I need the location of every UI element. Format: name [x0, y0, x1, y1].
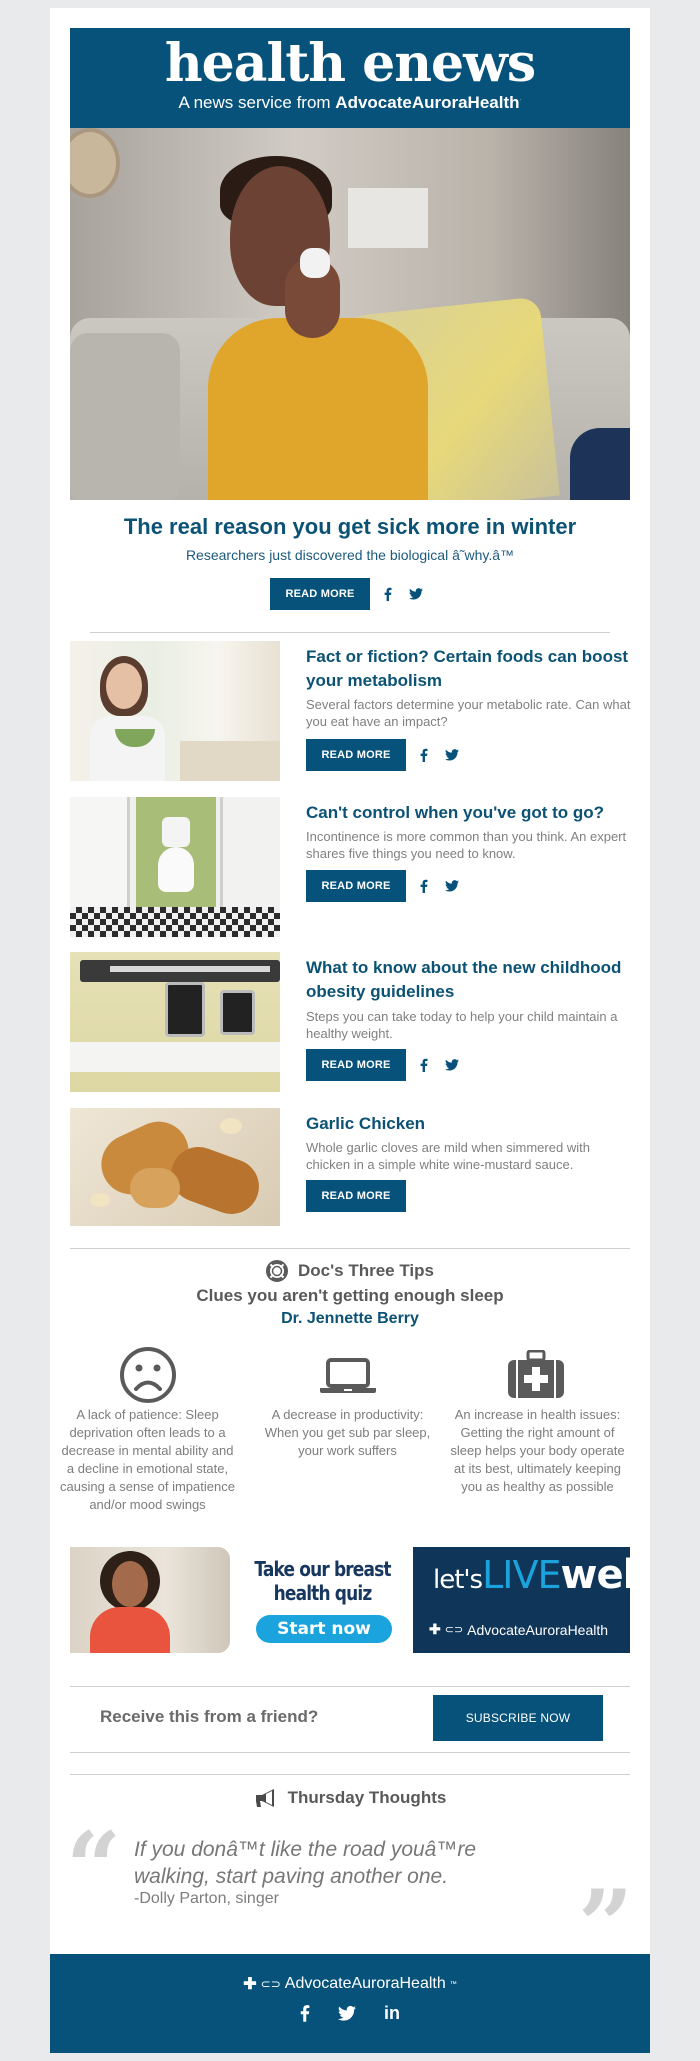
article-thumbnail[interactable]: [70, 952, 280, 1092]
quote-text: If you donâ™t like the road youâ™re walk…: [134, 1838, 477, 1888]
twitter-icon[interactable]: [444, 878, 460, 894]
facebook-icon[interactable]: [416, 878, 432, 894]
facebook-icon[interactable]: [416, 747, 432, 763]
tagline-lets: let's: [433, 1565, 483, 1595]
footer: ✚ ⊂⊃ AdvocateAuroraHealth ™ in: [50, 1954, 650, 2053]
tips-header: Doc's Three Tips: [50, 1260, 650, 1282]
header-banner[interactable]: health enews A news service from Advocat…: [70, 28, 630, 128]
section-divider: [70, 1686, 630, 1687]
banner-headline-line1: Take our breast: [254, 1557, 391, 1581]
megaphone-icon: [255, 1789, 274, 1807]
section-divider: [90, 632, 610, 633]
article-title[interactable]: What to know about the new childhood obe…: [306, 956, 636, 1004]
tips-section-title: Doc's Three Tips: [298, 1261, 434, 1280]
laptop-icon: [320, 1358, 376, 1394]
tip-text: A decrease in productivity: When you get…: [264, 1407, 431, 1458]
cross-logo-icon: ✚: [429, 1621, 441, 1637]
article-thumbnail[interactable]: [70, 1108, 280, 1226]
section-divider: [70, 1752, 630, 1753]
open-quote-icon: “: [66, 1811, 122, 1924]
twitter-icon[interactable]: [444, 747, 460, 763]
hero-headline[interactable]: The real reason you get sick more in win…: [50, 514, 650, 540]
hero-subline: Researchers just discovered the biologic…: [185, 547, 515, 563]
tips-doctor[interactable]: Dr. Jennette Berry: [50, 1310, 650, 1328]
logo-title: health enews: [164, 33, 536, 94]
cross-logo-icon: ✚: [243, 1976, 257, 1993]
section-divider: [70, 1248, 630, 1249]
trademark: ™: [449, 1980, 457, 1988]
quote-author: -Dolly Parton, singer: [134, 1890, 279, 1907]
facebook-icon[interactable]: [380, 586, 396, 602]
article-title[interactable]: Can't control when you've got to go?: [306, 801, 636, 825]
banner-photo: [70, 1547, 230, 1653]
link-logo-icon: ⊂⊃: [444, 1624, 464, 1636]
linkedin-icon[interactable]: in: [384, 2004, 400, 2022]
banner-brand-name: AdvocateAuroraHealth: [467, 1621, 609, 1638]
tip-text: A lack of patience: Sleep deprivation of…: [60, 1407, 235, 1512]
lets-live-well-panel: let'sLIVEwell ✚ ⊂⊃ AdvocateAuroraHealth: [413, 1547, 649, 1653]
lets-live-well-logo: let'sLIVEwell: [433, 1552, 650, 1598]
facebook-icon[interactable]: [416, 1057, 432, 1073]
article-description: Whole garlic cloves are mild when simmer…: [306, 1140, 590, 1172]
subscribe-now-button[interactable]: SUBSCRIBE NOW: [433, 1695, 603, 1741]
logo-subtitle-prefix: A news service from: [178, 93, 336, 112]
tip-text: An increase in health issues: Getting th…: [450, 1407, 625, 1494]
article-read-more-button[interactable]: READ MORE: [306, 1049, 406, 1081]
logo-subtitle-brand: AdvocateAuroraHealth: [335, 93, 520, 112]
tagline-live: LIVE: [482, 1553, 561, 1597]
twitter-icon[interactable]: [338, 2005, 356, 2021]
logo-subtitle: A news service from AdvocateAuroraHealth…: [178, 93, 522, 112]
facebook-icon[interactable]: [300, 2004, 310, 2022]
article-read-more-button[interactable]: READ MORE: [306, 739, 406, 771]
link-logo-icon: ⊂⊃: [260, 1977, 281, 1991]
banner-headline-line2: health quiz: [273, 1581, 373, 1605]
tips-subtitle: Clues you aren't getting enough sleep: [196, 1286, 504, 1305]
article-read-more-button[interactable]: READ MORE: [306, 1180, 406, 1212]
twitter-icon[interactable]: [408, 586, 424, 602]
breast-health-quiz-banner[interactable]: Take our breast health quiz Start now le…: [70, 1547, 649, 1653]
article-thumbnail[interactable]: [70, 797, 280, 937]
frown-face-icon: [119, 1346, 177, 1404]
article-description: Incontinence is more common than you thi…: [306, 829, 627, 861]
section-divider: [70, 1774, 630, 1775]
article-title[interactable]: Fact or fiction? Certain foods can boost…: [306, 645, 636, 693]
article-read-more-button[interactable]: READ MORE: [306, 870, 406, 902]
medical-kit-icon: [508, 1349, 564, 1398]
life-ring-icon: [266, 1260, 288, 1282]
article-title[interactable]: Garlic Chicken: [306, 1112, 636, 1136]
thoughts-section-title: Thursday Thoughts: [287, 1788, 447, 1807]
article-description: Several factors determine your metabolic…: [306, 697, 631, 729]
banner-brand: ✚ ⊂⊃ AdvocateAuroraHealth: [429, 1621, 608, 1638]
start-now-button[interactable]: Start now: [256, 1615, 392, 1643]
article-description: Steps you can take today to help your ch…: [306, 1009, 618, 1041]
article-thumbnail[interactable]: [70, 641, 280, 781]
banner-headline: Take our breast health quiz: [252, 1557, 392, 1605]
email-container: health enews A news service from Advocat…: [50, 8, 650, 2053]
thoughts-header: Thursday Thoughts: [50, 1788, 650, 1808]
hero-image[interactable]: [70, 128, 630, 500]
hero-read-more-button[interactable]: READ MORE: [270, 578, 370, 610]
subscribe-prompt: Receive this from a friend?: [100, 1707, 319, 1726]
twitter-icon[interactable]: [444, 1057, 460, 1073]
footer-brand-name: AdvocateAuroraHealth: [284, 1975, 446, 1992]
footer-brand[interactable]: ✚ ⊂⊃ AdvocateAuroraHealth ™: [50, 1974, 650, 1994]
tagline-well: well: [560, 1552, 650, 1598]
footer-social: in: [50, 2004, 650, 2022]
